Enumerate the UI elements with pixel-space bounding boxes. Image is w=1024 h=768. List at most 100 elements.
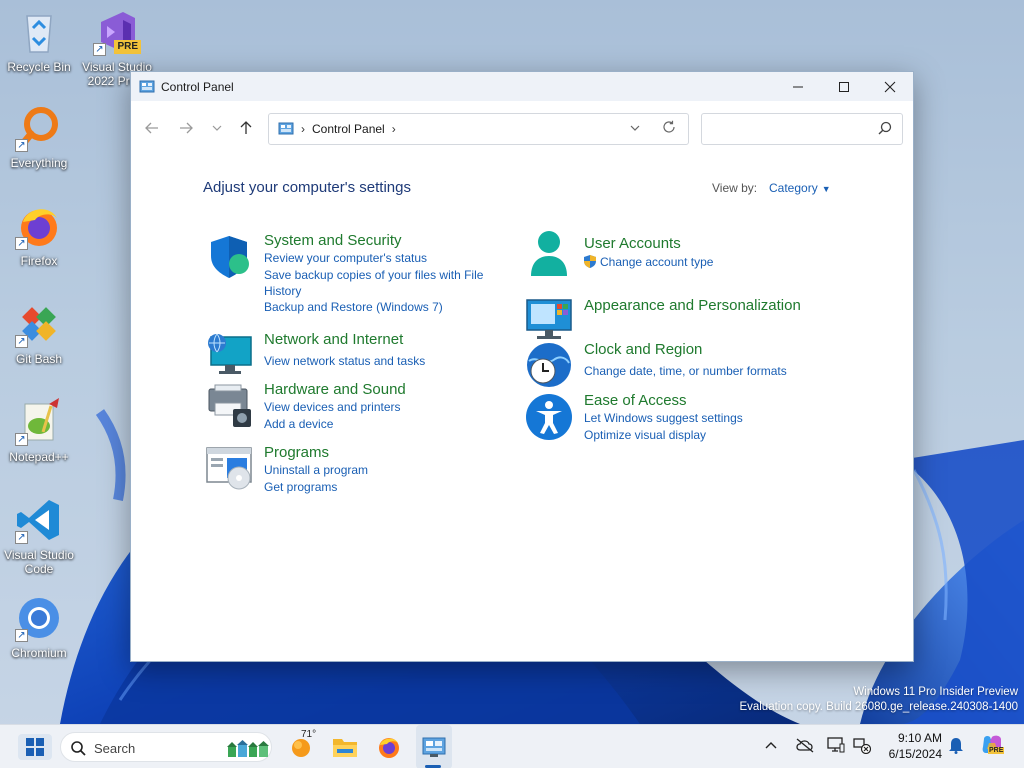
maximize-button[interactable]	[821, 72, 867, 101]
personalization-monitor-icon[interactable]	[525, 296, 573, 344]
category-system-and-security: System and Security Review your computer…	[205, 232, 505, 315]
search-icon	[878, 121, 892, 135]
show-hidden-icons-button[interactable]	[765, 738, 777, 753]
desktop-icon-label: Chromium	[11, 646, 67, 660]
forward-button[interactable]	[174, 117, 198, 139]
desktop-icon-git-bash[interactable]: ↗ Git Bash	[0, 300, 78, 366]
link-devices-printers[interactable]: View devices and printers	[264, 399, 401, 415]
folder-icon	[333, 739, 357, 757]
pre-badge: PRE	[114, 40, 141, 54]
desktop-icon-firefox[interactable]: ↗ Firefox	[0, 202, 78, 268]
category-ease-of-access: Ease of Access Let Windows suggest setti…	[525, 392, 845, 443]
title-bar[interactable]: Control Panel	[131, 72, 913, 101]
category-title[interactable]: User Accounts	[584, 235, 681, 252]
desktop-icon-vscode[interactable]: ↗ Visual Studio Code	[0, 496, 78, 576]
page-title: Adjust your computer's settings	[203, 179, 411, 196]
desktop-icon-everything[interactable]: ↗ Everything	[0, 104, 78, 170]
link-change-account-type[interactable]: Change account type	[600, 254, 713, 270]
category-title[interactable]: Network and Internet	[264, 331, 403, 348]
link-uninstall-program[interactable]: Uninstall a program	[264, 462, 368, 478]
link-file-history[interactable]: Save backup copies of your files with Fi…	[264, 267, 494, 299]
cloud-offline-icon[interactable]	[795, 737, 815, 756]
view-by-label: View by:	[712, 181, 758, 195]
accessibility-icon[interactable]	[525, 393, 573, 441]
watermark-line-1: Windows 11 Pro Insider Preview	[853, 686, 1018, 698]
view-by-dropdown[interactable]: Category ▼	[769, 181, 831, 195]
shortcut-arrow-icon: ↗	[15, 335, 28, 348]
taskbar-control-panel[interactable]	[420, 733, 448, 761]
taskbar-clock[interactable]: 9:10 AM 6/15/2024	[880, 730, 942, 762]
network-status-icon[interactable]	[853, 736, 872, 757]
category-title[interactable]: Ease of Access	[584, 392, 687, 409]
notifications-button[interactable]	[948, 736, 964, 757]
bell-icon	[949, 738, 963, 754]
start-button[interactable]	[18, 734, 52, 760]
display-icon[interactable]	[827, 736, 845, 757]
arrow-left-icon	[145, 122, 158, 134]
breadcrumb-chevron-icon[interactable]: ›	[392, 122, 396, 136]
desktop-icon-recycle-bin[interactable]: Recycle Bin	[0, 8, 78, 74]
desktop-icon-chromium[interactable]: ↗ Chromium	[0, 594, 78, 660]
chromium-icon: ↗	[15, 594, 63, 642]
category-programs: Programs Uninstall a program Get program…	[205, 444, 505, 494]
recent-locations-button[interactable]	[205, 117, 229, 139]
link-add-device[interactable]: Add a device	[264, 416, 333, 432]
breadcrumb-chevron-icon[interactable]: ›	[301, 122, 305, 136]
address-bar[interactable]: › Control Panel ›	[268, 113, 689, 145]
network-globe-icon[interactable]	[205, 331, 253, 379]
link-network-status[interactable]: View network status and tasks	[264, 353, 425, 369]
windows-logo-icon	[26, 738, 44, 756]
category-appearance-and-personalization: Appearance and Personalization	[525, 296, 845, 339]
address-dropdown-button[interactable]	[630, 122, 640, 134]
category-network-and-internet: Network and Internet View network status…	[205, 331, 505, 374]
back-button[interactable]	[140, 117, 164, 139]
category-title[interactable]: Appearance and Personalization	[584, 297, 801, 314]
breadcrumb-control-panel[interactable]: Control Panel	[312, 122, 385, 136]
link-review-status[interactable]: Review your computer's status	[264, 250, 427, 266]
link-windows-suggest-settings[interactable]: Let Windows suggest settings	[584, 410, 743, 426]
copilot-button[interactable]: PRE	[980, 733, 1005, 760]
link-optimize-visual-display[interactable]: Optimize visual display	[584, 427, 706, 443]
taskbar-firefox[interactable]	[375, 733, 403, 761]
shield-icon[interactable]	[205, 232, 253, 280]
search-input[interactable]	[701, 113, 903, 145]
desktop-icon-label: Firefox	[20, 254, 58, 268]
up-button[interactable]	[234, 117, 258, 139]
link-backup-restore[interactable]: Backup and Restore (Windows 7)	[264, 299, 443, 315]
clock-globe-icon[interactable]	[525, 341, 573, 389]
close-button[interactable]	[867, 72, 913, 101]
minimize-button[interactable]	[775, 72, 821, 101]
user-accounts-icon[interactable]	[525, 228, 573, 276]
category-hardware-and-sound: Hardware and Sound View devices and prin…	[205, 381, 505, 431]
shortcut-arrow-icon: ↗	[15, 139, 28, 152]
vscode-icon: ↗	[15, 496, 63, 544]
control-panel-window[interactable]: Control Panel › Control Panel › Adjust y…	[130, 71, 914, 662]
control-panel-icon	[422, 737, 446, 757]
programs-icon[interactable]	[205, 444, 253, 492]
link-get-programs[interactable]: Get programs	[264, 479, 337, 495]
desktop-icon-label: Visual Studio Code	[4, 548, 74, 576]
content-area: Adjust your computer's settings View by:…	[131, 158, 913, 661]
category-title[interactable]: Hardware and Sound	[264, 381, 406, 398]
caret-down-icon: ▼	[821, 184, 831, 194]
window-title: Control Panel	[161, 79, 234, 94]
link-change-date-time-formats[interactable]: Change date, time, or number formats	[584, 363, 787, 379]
weather-temperature: 71°	[301, 729, 317, 740]
taskbar-search-box[interactable]: Search	[60, 732, 272, 762]
refresh-button[interactable]	[662, 120, 676, 138]
shortcut-arrow-icon: ↗	[15, 237, 28, 250]
chevron-up-icon	[765, 742, 777, 749]
refresh-icon	[663, 120, 675, 133]
category-title[interactable]: System and Security	[264, 232, 402, 249]
uac-shield-icon	[584, 255, 596, 268]
category-title[interactable]: Clock and Region	[584, 341, 702, 358]
taskbar-file-explorer[interactable]	[331, 733, 359, 761]
shortcut-arrow-icon: ↗	[15, 629, 28, 642]
desktop-icon-notepad-plus-plus[interactable]: ↗ Notepad++	[0, 398, 78, 464]
category-title[interactable]: Programs	[264, 444, 329, 461]
printer-icon[interactable]	[205, 381, 253, 429]
watermark-line-2: Evaluation copy. Build 26080.ge_release.…	[739, 701, 1018, 713]
visual-studio-icon: PRE ↗	[93, 8, 141, 56]
taskbar-search-label: Search	[94, 741, 136, 756]
view-by-value: Category	[769, 181, 818, 195]
